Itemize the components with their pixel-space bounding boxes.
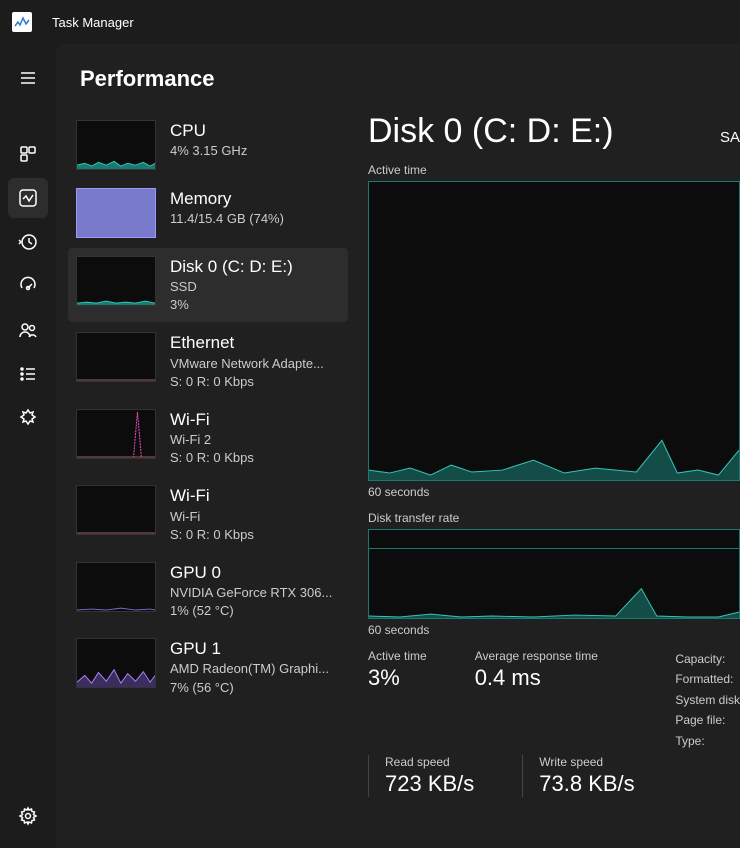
perf-item-title: GPU 0	[170, 562, 340, 584]
perf-info: Disk 0 (C: D: E:)SSD3%	[170, 256, 340, 314]
stat-active-time: Active time 3%	[368, 649, 435, 751]
stat-value: 0.4 ms	[475, 665, 598, 691]
perf-item-sub1: NVIDIA GeForce RTX 306...	[170, 584, 340, 602]
detail-title: Disk 0 (C: D: E:)	[368, 112, 614, 151]
meta-type: Type:	[675, 731, 740, 751]
perf-item-sub2: 1% (52 °C)	[170, 602, 340, 620]
perf-item-wi-fi[interactable]: Wi-FiWi-FiS: 0 R: 0 Kbps	[68, 477, 348, 551]
chart1-xaxis: 60 seconds	[368, 485, 740, 499]
chart2-label: Disk transfer rate	[368, 511, 740, 525]
nav-details[interactable]	[8, 354, 48, 394]
perf-info: Memory11.4/15.4 GB (74%)	[170, 188, 340, 238]
perf-info: Wi-FiWi-Fi 2S: 0 R: 0 Kbps	[170, 409, 340, 467]
stat-read-speed: Read speed 723 KB/s	[368, 755, 482, 797]
page-title: Performance	[56, 44, 740, 112]
meta-page-file: Page file:	[675, 710, 740, 730]
perf-item-sub1: Wi-Fi	[170, 508, 340, 526]
active-time-chart[interactable]	[368, 181, 740, 481]
perf-item-title: Disk 0 (C: D: E:)	[170, 256, 340, 278]
perf-item-gpu-1[interactable]: GPU 1AMD Radeon(TM) Graphi...7% (56 °C)	[68, 630, 348, 704]
chart2-xaxis: 60 seconds	[368, 623, 740, 637]
nav-processes[interactable]	[8, 134, 48, 174]
perf-item-title: Ethernet	[170, 332, 340, 354]
perf-item-gpu-0[interactable]: GPU 0NVIDIA GeForce RTX 306...1% (52 °C)	[68, 554, 348, 628]
stat-label: Write speed	[539, 755, 634, 769]
perf-item-sub1: VMware Network Adapte...	[170, 355, 340, 373]
perf-thumbnail	[76, 256, 156, 306]
app-icon	[12, 12, 32, 32]
stat-value: 723 KB/s	[385, 771, 474, 797]
transfer-rate-chart[interactable]	[368, 529, 740, 619]
perf-item-sub1: SSD	[170, 278, 340, 296]
perf-thumbnail	[76, 188, 156, 238]
meta-formatted: Formatted:	[675, 669, 740, 689]
meta-system-disk: System disk	[675, 690, 740, 710]
perf-thumbnail	[76, 120, 156, 170]
stat-avg-response: Average response time 0.4 ms	[475, 649, 606, 751]
perf-info: EthernetVMware Network Adapte...S: 0 R: …	[170, 332, 340, 390]
perf-item-title: Wi-Fi	[170, 409, 340, 431]
meta-capacity: Capacity:	[675, 649, 740, 669]
perf-thumbnail	[76, 409, 156, 459]
detail-vendor: SA	[720, 129, 740, 146]
stat-value: 3%	[368, 665, 427, 691]
perf-info: CPU4% 3.15 GHz	[170, 120, 340, 170]
perf-item-disk-0-c-d-e-[interactable]: Disk 0 (C: D: E:)SSD3%	[68, 248, 348, 322]
nav-settings[interactable]	[8, 796, 48, 836]
disk-meta: Capacity: Formatted: System disk Page fi…	[675, 649, 740, 751]
perf-thumbnail	[76, 485, 156, 535]
stat-write-speed: Write speed 73.8 KB/s	[522, 755, 642, 797]
perf-item-cpu[interactable]: CPU4% 3.15 GHz	[68, 112, 348, 178]
perf-info: GPU 0NVIDIA GeForce RTX 306...1% (52 °C)	[170, 562, 340, 620]
nav-app-history[interactable]	[8, 222, 48, 262]
perf-item-title: GPU 1	[170, 638, 340, 660]
perf-item-title: Memory	[170, 188, 340, 210]
perf-item-sub1: Wi-Fi 2	[170, 431, 340, 449]
perf-item-sub2: S: 0 R: 0 Kbps	[170, 526, 340, 544]
performance-sidebar: CPU4% 3.15 GHz Memory11.4/15.4 GB (74%) Di…	[56, 112, 348, 848]
nav-services[interactable]	[8, 398, 48, 438]
nav-startup[interactable]	[8, 266, 48, 306]
perf-info: GPU 1AMD Radeon(TM) Graphi...7% (56 °C)	[170, 638, 340, 696]
perf-item-sub1: 11.4/15.4 GB (74%)	[170, 210, 340, 228]
perf-item-sub2: 3%	[170, 296, 340, 314]
stat-value: 73.8 KB/s	[539, 771, 634, 797]
stat-label: Active time	[368, 649, 427, 663]
stat-label: Read speed	[385, 755, 474, 769]
perf-thumbnail	[76, 562, 156, 612]
stat-label: Average response time	[475, 649, 598, 663]
perf-item-title: CPU	[170, 120, 340, 142]
perf-item-wi-fi[interactable]: Wi-FiWi-Fi 2S: 0 R: 0 Kbps	[68, 401, 348, 475]
perf-item-sub1: AMD Radeon(TM) Graphi...	[170, 660, 340, 678]
nav-users[interactable]	[8, 310, 48, 350]
nav-performance[interactable]	[8, 178, 48, 218]
nav-rail	[0, 44, 56, 848]
perf-item-sub2: 7% (56 °C)	[170, 679, 340, 697]
perf-item-memory[interactable]: Memory11.4/15.4 GB (74%)	[68, 180, 348, 246]
nav-hamburger[interactable]	[8, 58, 48, 98]
chart1-label: Active time	[368, 163, 740, 177]
perf-thumbnail	[76, 638, 156, 688]
perf-thumbnail	[76, 332, 156, 382]
perf-item-title: Wi-Fi	[170, 485, 340, 507]
perf-item-sub2: S: 0 R: 0 Kbps	[170, 449, 340, 467]
perf-info: Wi-FiWi-FiS: 0 R: 0 Kbps	[170, 485, 340, 543]
detail-pane: Disk 0 (C: D: E:) SA Active time 60 seco…	[348, 112, 740, 848]
app-title: Task Manager	[52, 15, 134, 30]
perf-item-sub1: 4% 3.15 GHz	[170, 142, 340, 160]
titlebar: Task Manager	[0, 0, 740, 44]
perf-item-sub2: S: 0 R: 0 Kbps	[170, 373, 340, 391]
perf-item-ethernet[interactable]: EthernetVMware Network Adapte...S: 0 R: …	[68, 324, 348, 398]
